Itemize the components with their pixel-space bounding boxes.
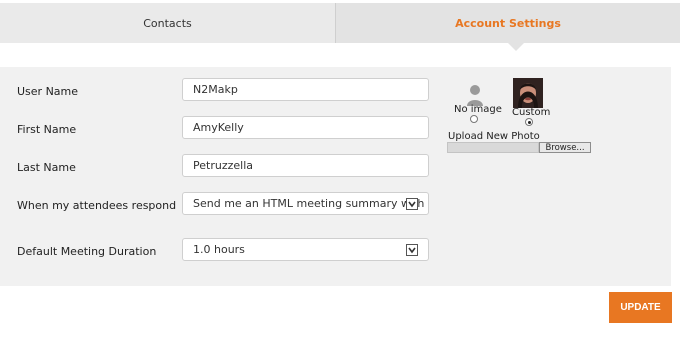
browse-button[interactable]: Browse... (539, 142, 591, 153)
tab-contacts-label: Contacts (143, 16, 192, 30)
update-button-label: UPDATE (620, 302, 661, 313)
upload-new-photo-label: Upload New Photo (448, 131, 540, 142)
active-tab-pointer (508, 43, 524, 51)
last-name-label: Last Name (17, 161, 76, 174)
tab-bar: Contacts Account Settings (0, 3, 680, 51)
meeting-duration-select[interactable]: 1.0 hours (182, 238, 429, 261)
last-name-input[interactable]: Petruzzella (182, 154, 429, 177)
last-name-value: Petruzzella (193, 159, 253, 172)
tab-contacts[interactable]: Contacts (0, 3, 335, 43)
custom-label: Custom (512, 107, 551, 118)
tab-account-settings-label: Account Settings (455, 16, 561, 30)
first-name-input[interactable]: AmyKelly (182, 116, 429, 139)
custom-radio[interactable] (525, 118, 533, 126)
attendees-respond-select[interactable]: Send me an HTML meeting summary with all… (182, 192, 429, 215)
custom-photo-thumbnail (513, 78, 543, 108)
account-settings-page: Contacts Account Settings User Name N2Ma… (0, 0, 680, 350)
attendees-respond-value: Send me an HTML meeting summary with all… (193, 197, 429, 210)
user-name-label: User Name (17, 85, 79, 98)
no-image-radio[interactable] (470, 115, 478, 123)
user-name-input[interactable]: N2Makp (182, 78, 429, 101)
chevron-down-icon[interactable] (406, 198, 418, 210)
attendees-respond-label: When my attendees respond (17, 199, 177, 212)
file-path-field[interactable] (447, 142, 539, 153)
tab-account-settings[interactable]: Account Settings (336, 3, 680, 43)
browse-button-label: Browse... (545, 142, 585, 153)
first-name-value: AmyKelly (193, 121, 244, 134)
user-silhouette-icon (466, 84, 484, 106)
chevron-down-icon[interactable] (406, 244, 418, 256)
meeting-duration-label: Default Meeting Duration (17, 245, 157, 258)
update-button[interactable]: UPDATE (609, 292, 672, 323)
user-name-value: N2Makp (193, 83, 238, 96)
meeting-duration-value: 1.0 hours (193, 243, 245, 256)
no-image-label: No image (454, 104, 502, 115)
first-name-label: First Name (17, 123, 77, 136)
